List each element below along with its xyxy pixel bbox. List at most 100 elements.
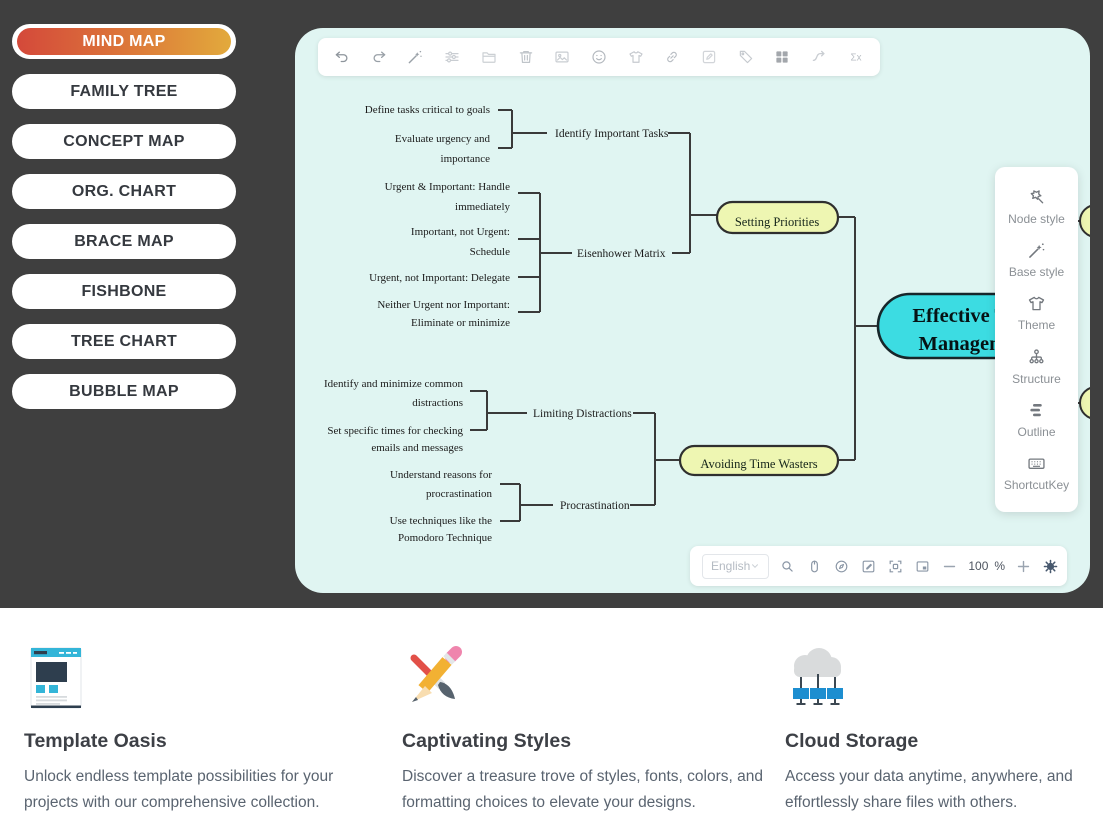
layout-grid-button[interactable] [772, 47, 792, 67]
sidebar-item-org-chart[interactable]: ORG. CHART [12, 174, 236, 209]
map-node-clipped-right-bottom[interactable] [1080, 387, 1090, 419]
map-topic-evaluate[interactable]: Evaluate urgency and [395, 133, 491, 145]
zoom-level: 100% [968, 559, 1005, 573]
feature-title: Template Oasis [24, 730, 369, 753]
compass-button[interactable] [833, 558, 850, 575]
map-topic-identify-distractions[interactable]: Identify and minimize common [324, 378, 463, 390]
sidebar-item-label: FAMILY TREE [70, 83, 177, 100]
sidebar-item-bubble-map[interactable]: BUBBLE MAP [12, 374, 236, 409]
feature-description: Access your data anytime, anywhere, and … [785, 764, 1103, 816]
minimap-icon [914, 558, 931, 575]
fit-screen-icon [887, 558, 904, 575]
emoji-button[interactable] [589, 47, 609, 67]
sidebar-item-label: TREE CHART [71, 333, 177, 350]
map-leaf-topics: Define tasks critical to goals Evaluate … [324, 104, 510, 544]
map-topic-eisenhower-matrix[interactable]: Eisenhower Matrix [577, 248, 666, 260]
theme-sun-button[interactable] [1042, 558, 1059, 575]
hyperlink-button[interactable] [662, 47, 682, 67]
image-button[interactable] [552, 47, 572, 67]
redo-button[interactable] [369, 47, 389, 67]
tag-button[interactable] [736, 47, 756, 67]
map-node-avoiding-time-wasters[interactable]: Avoiding Time Wasters [680, 446, 838, 475]
panel-item-label: Structure [1012, 372, 1061, 386]
language-select-value: English [711, 559, 750, 573]
zoom-in-button[interactable] [1015, 558, 1032, 575]
map-topic-evaluate[interactable]: importance [441, 153, 491, 165]
redo-icon [370, 48, 388, 66]
mindmap-canvas[interactable]: Define tasks critical to goals Evaluate … [295, 28, 1090, 593]
map-topic-urgent-important[interactable]: immediately [455, 201, 510, 213]
mouse-mode-button[interactable] [806, 558, 823, 575]
undo-icon [333, 48, 351, 66]
language-select[interactable]: English [702, 554, 769, 579]
map-topic-limiting-distractions[interactable]: Limiting Distractions [533, 408, 632, 420]
format-panel: Node style Base style Theme Structure Ou… [995, 167, 1078, 512]
edit-button[interactable] [860, 558, 877, 575]
node-style-icon [1026, 187, 1047, 208]
map-topic-important-not-urgent[interactable]: Important, not Urgent: [411, 226, 510, 238]
sidebar-item-tree-chart[interactable]: TREE CHART [12, 324, 236, 359]
map-topic-urgent-important[interactable]: Urgent & Important: Handle [385, 181, 510, 193]
svg-text:Avoiding Time Wasters: Avoiding Time Wasters [700, 457, 817, 471]
adjust-sliders-button[interactable] [442, 47, 462, 67]
summary-formula-button[interactable]: Σx [846, 47, 866, 67]
trash-button[interactable] [516, 47, 536, 67]
feature-cloud-storage: Cloud Storage Access your data anytime, … [785, 646, 1103, 816]
feature-title: Captivating Styles [402, 730, 780, 753]
map-topic-neither[interactable]: Neither Urgent nor Important: [377, 299, 510, 311]
map-topic-important-not-urgent[interactable]: Schedule [470, 246, 510, 258]
panel-item-node-style[interactable]: Node style [1008, 187, 1065, 226]
feature-description: Discover a treasure trove of styles, fon… [402, 764, 780, 816]
canvas-statusbar: English 100% [690, 546, 1067, 586]
panel-item-outline[interactable]: Outline [1017, 400, 1055, 439]
mouse-icon [806, 558, 823, 575]
map-topic-identify-distractions[interactable]: distractions [412, 397, 463, 409]
note-button[interactable] [699, 47, 719, 67]
map-topic-neither[interactable]: Eliminate or minimize [411, 317, 510, 329]
map-topic-procrastination[interactable]: Procrastination [560, 500, 630, 512]
map-topic-set-times[interactable]: Set specific times for checking [327, 425, 463, 437]
theme-shirt-button[interactable] [626, 47, 646, 67]
map-topic-urgent-not-important[interactable]: Urgent, not Important: Delegate [369, 272, 510, 284]
zoom-out-button[interactable] [941, 558, 958, 575]
map-node-clipped-right-top[interactable] [1080, 205, 1090, 237]
minimap-button[interactable] [914, 558, 931, 575]
trash-icon [517, 48, 535, 66]
relationship-button[interactable] [809, 47, 829, 67]
template-icon [24, 646, 369, 710]
theme-icon [1026, 293, 1047, 314]
map-topic-set-times[interactable]: emails and messages [371, 442, 463, 454]
sidebar-item-concept-map[interactable]: CONCEPT MAP [12, 124, 236, 159]
app-top-section: MIND MAP FAMILY TREE CONCEPT MAP ORG. CH… [0, 0, 1103, 608]
sidebar-item-label: FISHBONE [81, 283, 166, 300]
panel-item-base-style[interactable]: Base style [1009, 240, 1064, 279]
search-button[interactable] [779, 558, 796, 575]
map-topic-define-tasks[interactable]: Define tasks critical to goals [365, 104, 490, 116]
style-wand-button[interactable] [405, 47, 425, 67]
style-wand-icon [406, 48, 424, 66]
folder-icon [480, 48, 498, 66]
map-node-setting-priorities[interactable]: Setting Priorities [717, 202, 838, 233]
panel-item-shortcut-key[interactable]: ShortcutKey [1004, 453, 1069, 492]
feature-captivating-styles: Captivating Styles Discover a treasure t… [402, 646, 780, 816]
map-topic-use-techniques[interactable]: Use techniques like the [390, 515, 492, 527]
sidebar-item-family-tree[interactable]: FAMILY TREE [12, 74, 236, 109]
mindmap-graphic: Define tasks critical to goals Evaluate … [295, 28, 1090, 593]
map-topic-identify-important-tasks[interactable]: Identify Important Tasks [555, 128, 669, 140]
fit-screen-button[interactable] [887, 558, 904, 575]
undo-button[interactable] [332, 47, 352, 67]
feature-title: Cloud Storage [785, 730, 1103, 753]
map-topic-understand-reasons[interactable]: Understand reasons for [390, 469, 492, 481]
folder-button[interactable] [479, 47, 499, 67]
sidebar-item-fishbone[interactable]: FISHBONE [12, 274, 236, 309]
layout-grid-icon [773, 48, 791, 66]
features-section: Template Oasis Unlock endless template p… [0, 608, 1103, 831]
map-topic-use-techniques[interactable]: Pomodoro Technique [398, 532, 492, 544]
sidebar-item-mind-map[interactable]: MIND MAP [12, 24, 236, 59]
panel-item-theme[interactable]: Theme [1018, 293, 1055, 332]
shortcut-key-icon [1026, 453, 1047, 474]
panel-item-structure[interactable]: Structure [1012, 347, 1061, 386]
map-topic-understand-reasons[interactable]: procrastination [426, 488, 492, 500]
feature-template-oasis: Template Oasis Unlock endless template p… [24, 646, 369, 816]
sidebar-item-brace-map[interactable]: BRACE MAP [12, 224, 236, 259]
